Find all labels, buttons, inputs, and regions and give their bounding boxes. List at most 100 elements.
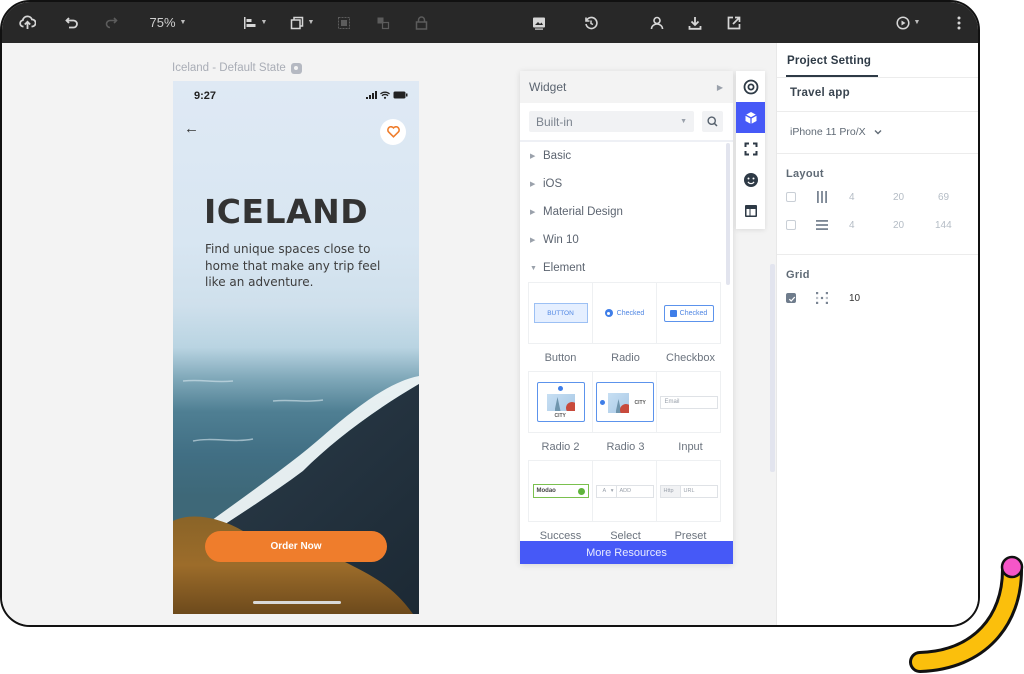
project-name[interactable]: Travel app [790, 87, 850, 99]
city-image [546, 394, 575, 411]
heart-icon [386, 126, 400, 138]
ungroup-icon[interactable] [375, 2, 391, 43]
widget-radio-3[interactable]: CITY [592, 371, 657, 433]
state-name: Iceland - Default State [172, 62, 286, 74]
radio-dot-icon [599, 400, 605, 405]
radio-dot-icon [604, 309, 613, 317]
hero-subtitle: Find unique spaces close to home that ma… [205, 242, 381, 289]
library-select[interactable]: Built-in ▼ [529, 111, 694, 132]
search-button[interactable] [702, 111, 723, 132]
export-icon[interactable] [726, 2, 742, 43]
rows-height[interactable]: 144 [935, 220, 952, 231]
caret-right-icon: ▶ [530, 237, 536, 244]
template-tab[interactable] [736, 195, 765, 226]
columns-count[interactable]: 4 [849, 192, 855, 203]
category-material-design[interactable]: ▶ Material Design [520, 198, 733, 226]
widget-scrollbar[interactable] [726, 143, 730, 285]
history-icon[interactable] [583, 2, 599, 43]
align-dropdown[interactable]: ▼ [242, 2, 268, 43]
widget-checkbox[interactable]: Checked [656, 282, 721, 344]
phone-artboard[interactable]: 9:27 ← ICELAND Find unique spaces close … [173, 81, 419, 614]
category-basic[interactable]: ▶ Basic [520, 142, 733, 170]
hero-title: ICELAND [204, 192, 369, 231]
zoom-dropdown[interactable]: 75% ▼ [146, 2, 190, 43]
widget-label: Radio 3 [606, 440, 645, 453]
frame-icon [744, 142, 757, 155]
widget-radio-2[interactable]: CITY [528, 371, 593, 433]
category-label: Element [543, 262, 586, 274]
caret-down-icon: ▼ [530, 264, 537, 272]
divider [777, 254, 978, 255]
columns-icon [817, 191, 827, 203]
widget-preset[interactable]: Http URL [656, 460, 721, 522]
widget-success[interactable]: Modao [528, 460, 593, 522]
more-resources-button[interactable]: More Resources [520, 541, 733, 564]
back-arrow-icon[interactable]: ← [184, 120, 199, 137]
widget-radio[interactable]: Checked [592, 282, 657, 344]
lock-icon[interactable] [413, 2, 429, 43]
layout-template-icon [744, 204, 757, 217]
undo-icon[interactable] [63, 2, 81, 43]
caret-down-icon: ▼ [913, 19, 921, 26]
radio-dot-icon [557, 386, 563, 391]
widget-label: Radio 2 [541, 440, 580, 453]
widget-label: Success [539, 529, 582, 542]
checkbox-icon [669, 309, 677, 317]
caret-right-icon: ▶ [530, 181, 536, 188]
widget-label: Input [678, 440, 703, 453]
redo-icon[interactable] [102, 2, 120, 43]
widget-button[interactable]: BUTTON [528, 282, 593, 344]
category-win10[interactable]: ▶ Win 10 [520, 226, 733, 254]
divider [777, 111, 978, 112]
upload-cloud-icon[interactable] [16, 2, 38, 43]
button-preview: BUTTON [533, 303, 588, 323]
device-select[interactable]: iPhone 11 Pro/X [790, 126, 882, 138]
widget-select[interactable]: A ▾ ADD [592, 460, 657, 522]
user-icon[interactable] [649, 2, 665, 43]
design-canvas[interactable]: Iceland - Default State 9:27 ← ICELAND F… [2, 43, 775, 625]
widget-label: Preset [674, 529, 707, 542]
tab-project-setting[interactable]: Project Setting [787, 43, 871, 78]
expand-arrow-icon[interactable]: ▶ [717, 83, 723, 92]
emoji-tab[interactable] [736, 164, 765, 195]
frame-tab[interactable] [736, 133, 765, 164]
panel-rail [736, 71, 765, 229]
grid-row: 10 [786, 291, 976, 305]
state-label[interactable]: Iceland - Default State [172, 62, 302, 74]
layout-section-title: Layout [786, 168, 824, 180]
group-icon[interactable] [336, 2, 352, 43]
columns-width[interactable]: 69 [938, 192, 949, 203]
columns-gutter[interactable]: 20 [893, 192, 904, 203]
target-tab[interactable] [736, 71, 765, 102]
divider [777, 153, 978, 154]
check-circle-icon [577, 487, 585, 495]
signal-icon [366, 91, 377, 99]
category-ios[interactable]: ▶ iOS [520, 170, 733, 198]
top-toolbar: 75% ▼ ▼ ▼ ▼ [2, 2, 978, 43]
caret-down-icon: ▼ [307, 19, 315, 26]
checkbox-preview: Checked [663, 304, 714, 322]
play-dropdown[interactable]: ▼ [895, 2, 921, 43]
select-preview-b: ADD [619, 488, 632, 494]
status-time: 9:27 [194, 90, 217, 102]
order-now-button[interactable]: Order Now [205, 531, 387, 562]
more-vertical-icon[interactable] [952, 2, 966, 43]
columns-checkbox[interactable] [786, 192, 796, 202]
settings-hex-icon[interactable] [290, 62, 302, 74]
rows-gutter[interactable]: 20 [893, 220, 904, 231]
grid-checkbox[interactable] [786, 293, 796, 303]
rows-checkbox[interactable] [786, 220, 796, 230]
rows-count[interactable]: 4 [849, 220, 855, 231]
cube-icon [744, 111, 757, 124]
canvas-scrollbar[interactable] [770, 264, 775, 472]
category-element[interactable]: ▼ Element [520, 254, 733, 282]
widget-panel-header[interactable]: Widget ▶ [520, 71, 733, 103]
download-icon[interactable] [687, 2, 703, 43]
arrange-dropdown[interactable]: ▼ [289, 2, 315, 43]
widget-tab[interactable] [736, 102, 765, 133]
image-icon[interactable] [531, 2, 547, 43]
widget-input[interactable]: Email [656, 371, 721, 433]
favorite-button[interactable] [380, 119, 406, 145]
city-image [607, 393, 629, 413]
grid-size[interactable]: 10 [849, 293, 860, 304]
